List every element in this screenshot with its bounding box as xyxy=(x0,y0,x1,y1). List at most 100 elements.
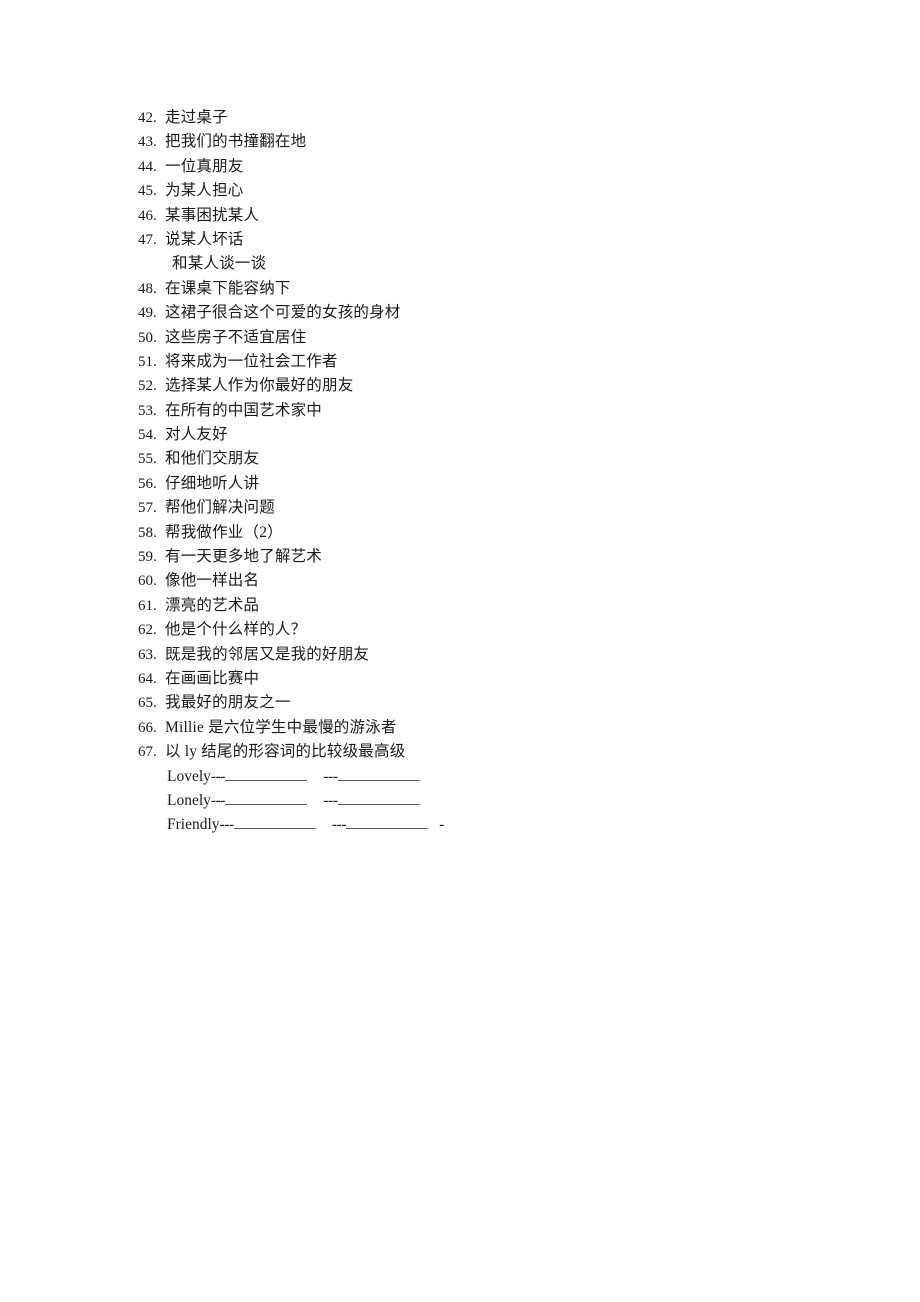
exercise-list: 42. 走过桌子 43. 把我们的书撞翻在地 44. 一位真朋友 45. 为某人… xyxy=(138,106,838,838)
list-item: 46. 某事困扰某人 xyxy=(138,204,838,228)
item-text: 既是我的邻居又是我的好朋友 xyxy=(165,645,370,663)
dash-separator: --- xyxy=(219,816,235,834)
blank-fill-row: Lonely --- --- xyxy=(138,789,838,813)
item-number: 61. xyxy=(138,597,157,614)
item-text: 以 ly 结尾的形容词的比较级最高级 xyxy=(165,743,406,761)
item-text: 将来成为一位社会工作者 xyxy=(165,352,338,370)
item-text: 选择某人作为你最好的朋友 xyxy=(165,377,354,395)
item-number: 53. xyxy=(138,402,157,419)
item-number: 62. xyxy=(138,622,157,639)
dash-separator: --- xyxy=(323,791,338,809)
item-number: 58. xyxy=(138,524,157,541)
document-page: 42. 走过桌子 43. 把我们的书撞翻在地 44. 一位真朋友 45. 为某人… xyxy=(0,0,920,1302)
dash-separator: --- xyxy=(210,791,226,809)
item-number: 55. xyxy=(138,451,157,468)
item-number: 46. xyxy=(138,207,157,224)
list-item: 47. 说某人坏话 xyxy=(138,228,838,252)
item-text: 像他一样出名 xyxy=(165,572,260,590)
item-number: 65. xyxy=(138,695,157,712)
item-number: 49. xyxy=(138,305,157,322)
item-number: 54. xyxy=(138,427,157,444)
list-item: 43. 把我们的书撞翻在地 xyxy=(138,130,838,154)
list-item: 60. 像他一样出名 xyxy=(138,569,838,593)
item-text: 把我们的书撞翻在地 xyxy=(165,133,307,151)
list-item: 56. 仔细地听人讲 xyxy=(138,472,838,496)
item-number: 45. xyxy=(138,183,157,200)
blank-row-word: Lonely xyxy=(167,791,211,809)
list-item: 65. 我最好的朋友之一 xyxy=(138,691,838,715)
blank-row-word: Lovely xyxy=(167,767,211,785)
item-number: 50. xyxy=(138,329,157,346)
item-text: 走过桌子 xyxy=(165,109,228,126)
list-item: 44. 一位真朋友 xyxy=(138,155,838,179)
answer-blank-comparative[interactable] xyxy=(225,791,308,805)
list-item: 54. 对人友好 xyxy=(138,423,838,447)
answer-blank-superlative[interactable] xyxy=(337,767,420,781)
item-text: 在画画比赛中 xyxy=(165,669,260,687)
answer-blank-superlative[interactable] xyxy=(346,815,429,830)
item-text: 某事困扰某人 xyxy=(165,206,260,224)
item-text: 和他们交朋友 xyxy=(165,450,260,468)
item-text: 帮我做作业（2） xyxy=(165,523,283,541)
item-number: 56. xyxy=(138,475,157,492)
item-number: 64. xyxy=(138,670,157,687)
item-text: 有一天更多地了解艺术 xyxy=(165,548,323,566)
list-item: 62. 他是个什么样的人？ xyxy=(138,618,838,642)
blank-row-word: Friendly xyxy=(167,816,220,834)
list-item: 49. 这裙子很合这个可爱的女孩的身材 xyxy=(138,301,838,325)
list-item: 64. 在画画比赛中 xyxy=(138,667,838,691)
list-item: 63. 既是我的邻居又是我的好朋友 xyxy=(138,643,838,667)
dash-separator: --- xyxy=(323,767,338,785)
item-text: 我最好的朋友之一 xyxy=(165,694,291,712)
item-number: 47. xyxy=(138,231,157,248)
item-text: Millie 是六位学生中最慢的游泳者 xyxy=(165,718,397,736)
item-text: 他是个什么样的人？ xyxy=(165,621,307,639)
list-item: 42. 走过桌子 xyxy=(138,106,838,130)
item-number: 63. xyxy=(138,646,157,663)
item-number: 67. xyxy=(138,744,157,761)
list-item: 50. 这些房子不适宜居住 xyxy=(138,326,838,350)
item-number: 43. xyxy=(138,134,157,151)
list-item: 48. 在课桌下能容纳下 xyxy=(138,277,838,301)
trailing-dash: - xyxy=(439,816,445,834)
answer-blank-comparative[interactable] xyxy=(233,815,316,830)
item-number: 52. xyxy=(138,378,157,395)
list-item: 57. 帮他们解决问题 xyxy=(138,496,838,520)
item-number: 51. xyxy=(138,353,157,370)
item-text: 在所有的中国艺术家中 xyxy=(165,401,323,419)
item-number: 57. xyxy=(138,500,157,517)
list-item: 52. 选择某人作为你最好的朋友 xyxy=(138,374,838,398)
answer-blank-superlative[interactable] xyxy=(337,791,420,805)
item-text: 说某人坏话 xyxy=(165,230,244,248)
item-text: 这些房子不适宜居住 xyxy=(165,328,307,346)
item-text: 帮他们解决问题 xyxy=(165,499,275,517)
blank-fill-row: Lovely --- --- xyxy=(138,765,838,789)
list-item: 45. 为某人担心 xyxy=(138,179,838,203)
list-item: 55. 和他们交朋友 xyxy=(138,447,838,471)
item-text: 在课桌下能容纳下 xyxy=(165,279,291,297)
item-text: 仔细地听人讲 xyxy=(165,474,260,492)
list-item: 66. Millie 是六位学生中最慢的游泳者 xyxy=(138,716,838,740)
list-item: 53. 在所有的中国艺术家中 xyxy=(138,399,838,423)
item-number: 44. xyxy=(138,158,157,175)
item-number: 48. xyxy=(138,280,157,297)
list-item: 61. 漂亮的艺术品 xyxy=(138,594,838,618)
item-number: 66. xyxy=(138,719,157,736)
dash-separator: --- xyxy=(210,767,226,785)
item-text: 这裙子很合这个可爱的女孩的身材 xyxy=(165,304,401,322)
item-number: 42. xyxy=(138,110,157,126)
item-text: 一位真朋友 xyxy=(165,157,244,175)
item-number: 59. xyxy=(138,549,157,566)
list-item: 51. 将来成为一位社会工作者 xyxy=(138,350,838,374)
item-text: 对人友好 xyxy=(165,426,228,444)
answer-blank-comparative[interactable] xyxy=(225,767,308,781)
item-subline: 和某人谈一谈 xyxy=(172,255,267,273)
list-item: 67. 以 ly 结尾的形容词的比较级最高级 xyxy=(138,740,838,764)
item-text: 漂亮的艺术品 xyxy=(165,596,260,614)
list-item: 59. 有一天更多地了解艺术 xyxy=(138,545,838,569)
item-number: 60. xyxy=(138,573,157,590)
list-item: 58. 帮我做作业（2） xyxy=(138,521,838,545)
blank-fill-row: Friendly --- --- - xyxy=(138,813,838,837)
item-text: 为某人担心 xyxy=(165,182,244,200)
dash-separator: --- xyxy=(331,816,347,834)
